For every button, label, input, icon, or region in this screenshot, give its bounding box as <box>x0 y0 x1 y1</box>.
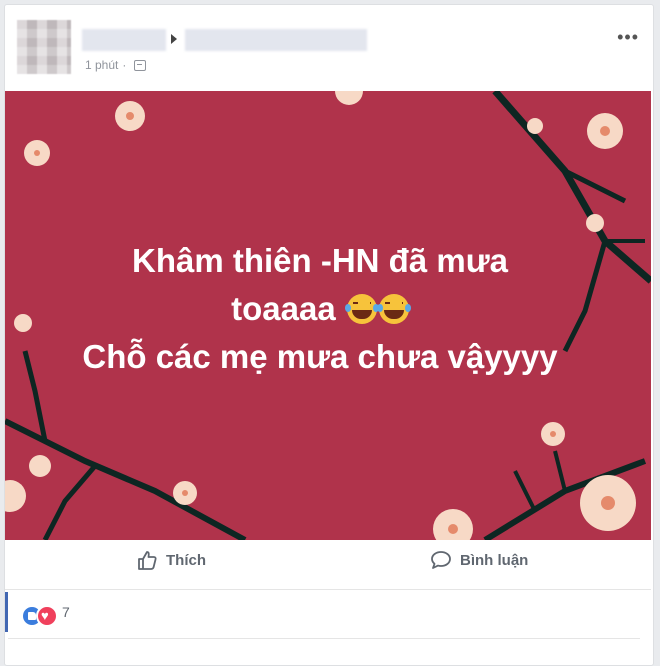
target-name-blurred[interactable] <box>185 29 367 51</box>
audience-icon[interactable] <box>134 59 147 71</box>
avatar[interactable] <box>17 20 71 74</box>
tears-of-joy-emoji <box>344 294 379 324</box>
like-button[interactable]: Thích <box>136 549 206 571</box>
reaction-count[interactable]: 7 <box>62 604 70 620</box>
post-meta: 1 phút · <box>85 58 147 72</box>
post-text-line-3: Chỗ các mẹ mưa chưa vậyyyy <box>82 338 558 375</box>
post-background-image[interactable]: Khâm thiên -HN đã mưa toaaaa Chỗ các mẹ … <box>5 91 651 540</box>
author-name-blurred[interactable] <box>82 29 166 51</box>
focus-indicator <box>5 592 8 632</box>
comment-button[interactable]: Bình luận <box>430 549 528 571</box>
reactions-bar: 7 <box>5 590 653 638</box>
love-reaction-icon[interactable] <box>36 605 58 627</box>
post-text: Khâm thiên -HN đã mưa toaaaa Chỗ các mẹ … <box>5 237 635 381</box>
comment-icon <box>431 551 451 569</box>
post-text-line-1: Khâm thiên -HN đã mưa <box>132 242 508 279</box>
post-text-line-2-wrap: toaaaa <box>5 285 635 333</box>
tears-of-joy-emoji <box>376 294 411 324</box>
share-arrow-icon <box>171 34 177 44</box>
more-options-icon[interactable]: ••• <box>617 27 639 48</box>
post-actions: Thích Bình luận <box>5 537 651 590</box>
post-text-line-2: toaaaa <box>231 290 336 327</box>
post-time[interactable]: 1 phút <box>85 58 118 72</box>
divider <box>8 638 640 639</box>
comment-label: Bình luận <box>460 551 529 569</box>
like-label: Thích <box>166 551 206 569</box>
thumbs-up-icon <box>138 551 157 570</box>
